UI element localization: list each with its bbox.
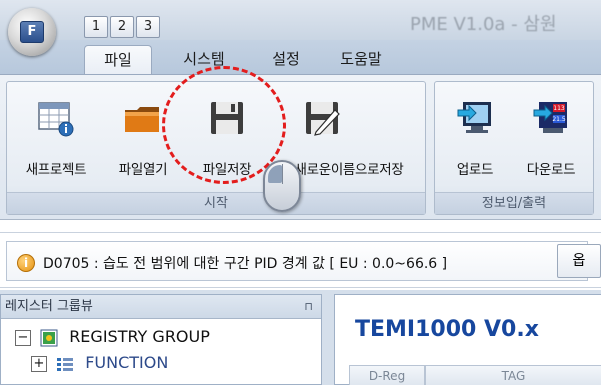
ribbon-panel: 새프로젝트 파일열기 파일저장 새로운이름으로저장 시작 업로드 113 21.… xyxy=(0,74,601,220)
tree-item-label: FUNCTION xyxy=(85,353,169,372)
application-menu-button[interactable]: F xyxy=(8,8,56,56)
new-project-button[interactable]: 새프로젝트 xyxy=(17,90,95,186)
tree-item-registry-group[interactable]: − REGISTRY GROUP xyxy=(15,327,210,349)
download-button[interactable]: 113 21.5 다운로드 xyxy=(513,90,589,186)
pin-icon[interactable]: ⊓ xyxy=(304,295,313,319)
register-group-panel: 레지스터 그룹뷰 ⊓ − REGISTRY GROUP + FUNCTION xyxy=(0,294,322,385)
tab-settings[interactable]: 설정 xyxy=(256,45,316,75)
upload-label: 업로드 xyxy=(456,162,494,178)
ribbon-group-start-label: 시작 xyxy=(7,192,425,214)
status-message-bar: i D0705 : 습도 전 범위에 대한 구간 PID 경계 값 [ EU :… xyxy=(0,232,601,288)
quick-access-toolbar: 1 2 3 xyxy=(84,16,160,40)
group-folder-icon xyxy=(40,329,58,347)
download-icon: 113 21.5 xyxy=(531,98,571,138)
register-description-text: D0705 : 습도 전 범위에 대한 구간 PID 경계 값 [ EU : 0… xyxy=(43,256,448,272)
device-title: TEMI1000 V0.x xyxy=(355,317,539,342)
svg-text:113: 113 xyxy=(553,105,565,112)
title-bar: 1 2 3 PME V1.0a - 삼원 xyxy=(0,0,601,40)
quick-access-button-1[interactable]: 1 xyxy=(84,16,108,38)
app-logo-icon: F xyxy=(20,21,44,43)
new-project-label: 새프로젝트 xyxy=(25,162,87,178)
option-button[interactable]: 옵 xyxy=(557,244,601,278)
upload-icon xyxy=(455,98,495,138)
panel-header: 레지스터 그룹뷰 ⊓ xyxy=(1,295,321,319)
list-icon xyxy=(56,355,74,373)
upload-button[interactable]: 업로드 xyxy=(443,90,507,186)
svg-text:21.5: 21.5 xyxy=(552,116,566,123)
tab-file[interactable]: 파일 xyxy=(84,45,152,75)
tab-help[interactable]: 도움말 xyxy=(326,45,396,75)
ribbon-group-io: 업로드 113 21.5 다운로드 정보입/출력 xyxy=(434,81,594,215)
open-file-label: 파일열기 xyxy=(118,162,168,178)
message-box: i D0705 : 습도 전 범위에 대한 구간 PID 경계 값 [ EU :… xyxy=(6,241,601,281)
mouse-click-icon xyxy=(263,160,301,212)
collapse-icon[interactable]: − xyxy=(15,329,31,346)
workspace: 레지스터 그룹뷰 ⊓ − REGISTRY GROUP + FUNCTION T… xyxy=(0,290,601,385)
column-header-dreg[interactable]: D-Reg xyxy=(349,365,425,385)
device-panel: TEMI1000 V0.x D-Reg TAG xyxy=(334,294,601,385)
tree-item-function[interactable]: + FUNCTION xyxy=(31,353,168,375)
ribbon-group-io-label: 정보입/출력 xyxy=(435,192,593,214)
ribbon-tabs: 파일 시스템 설정 도움말 xyxy=(0,40,601,75)
tree-item-label: REGISTRY GROUP xyxy=(69,327,210,346)
info-icon: i xyxy=(17,254,35,272)
window-title: PME V1.0a - 삼원 xyxy=(410,14,557,35)
new-project-icon xyxy=(36,98,76,138)
folder-open-icon xyxy=(123,98,163,138)
quick-access-button-3[interactable]: 3 xyxy=(136,16,160,38)
panel-title: 레지스터 그룹뷰 xyxy=(5,299,93,314)
quick-access-button-2[interactable]: 2 xyxy=(110,16,134,38)
column-header-tag[interactable]: TAG xyxy=(425,365,601,385)
save-as-icon xyxy=(302,98,342,138)
application-window: 1 2 3 PME V1.0a - 삼원 F 파일 시스템 설정 도움말 새프로… xyxy=(0,0,601,385)
expand-icon[interactable]: + xyxy=(31,355,47,372)
download-label: 다운로드 xyxy=(526,162,576,178)
